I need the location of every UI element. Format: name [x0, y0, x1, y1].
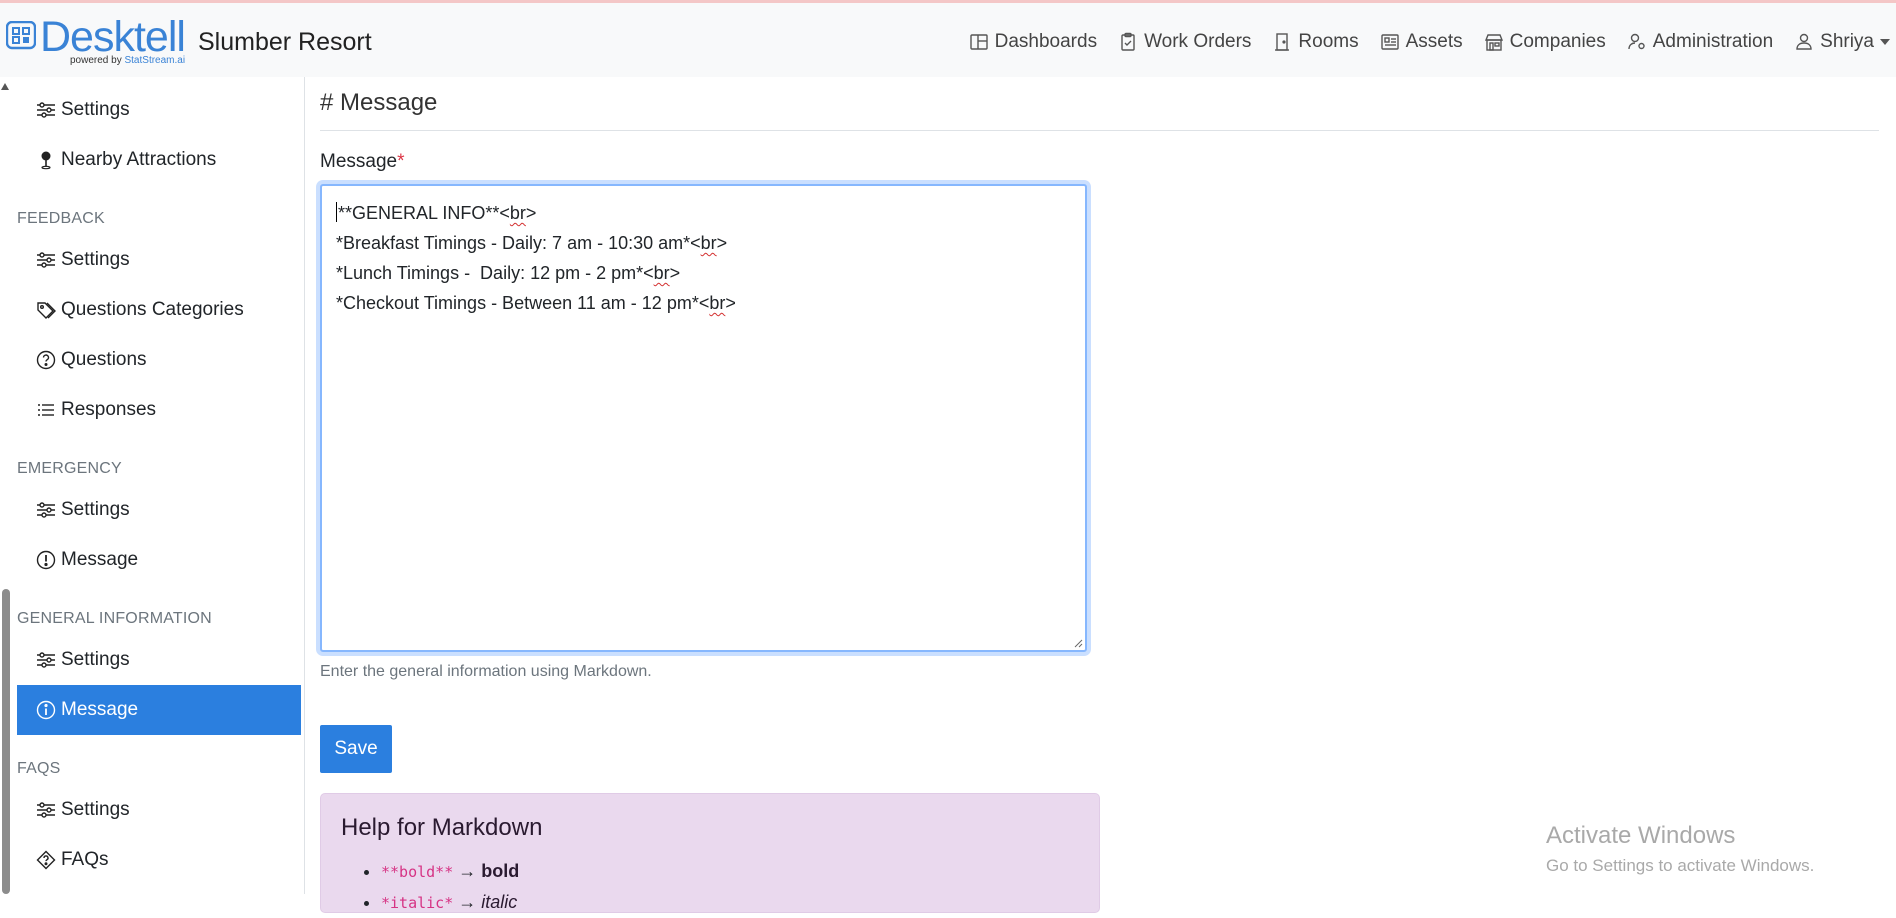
user-menu[interactable]: Shriya	[1794, 31, 1890, 53]
sidebar-item-label: Nearby Attractions	[61, 149, 217, 170]
chevron-down-icon	[1880, 39, 1890, 45]
divider	[320, 130, 1879, 131]
sidebar: Settings Nearby Attractions FEEDBACK Set…	[0, 77, 305, 894]
section-general-information: GENERAL INFORMATION	[17, 610, 212, 627]
sidebar-item-emergency-message[interactable]: Message	[17, 535, 301, 585]
sidebar-item-questions[interactable]: Questions	[17, 335, 301, 385]
sidebar-item-label: Settings	[61, 499, 130, 520]
message-textarea[interactable]: **GENERAL INFO**<br> *Breakfast Timings …	[320, 184, 1087, 652]
textarea-line: *Checkout Timings - Between 11 am - 12 p…	[336, 293, 736, 313]
sidebar-item-general-message[interactable]: Message	[17, 685, 301, 735]
sidebar-item-label: FAQs	[61, 849, 109, 870]
section-feedback: FEEDBACK	[17, 210, 105, 227]
nav-rooms[interactable]: Rooms	[1272, 31, 1359, 53]
door-icon	[1275, 33, 1290, 51]
sidebar-item-settings[interactable]: Settings	[17, 85, 301, 135]
sidebar-item-label: Settings	[61, 649, 130, 670]
sliders-icon	[37, 502, 55, 518]
brand-name: Desktell	[40, 13, 186, 61]
field-help-text: Enter the general information using Mark…	[320, 663, 652, 680]
nav-label: Assets	[1405, 31, 1463, 52]
assets-icon	[1380, 34, 1399, 50]
nav-label: Companies	[1509, 31, 1606, 52]
sidebar-item-label: Settings	[61, 249, 130, 270]
save-button[interactable]: Save	[320, 725, 392, 773]
sidebar-scrollbar[interactable]	[0, 77, 10, 894]
scroll-up-arrow-icon[interactable]	[1, 83, 9, 90]
logo-icon	[6, 21, 36, 50]
pin-icon	[41, 151, 51, 170]
clipboard-icon	[1121, 32, 1135, 51]
markdown-help-list: **bold** → bold *italic* → italic	[381, 856, 1079, 918]
markdown-help-title: Help for Markdown	[341, 814, 543, 841]
user-icon	[1796, 33, 1812, 50]
sidebar-item-nearby-attractions[interactable]: Nearby Attractions	[17, 135, 301, 185]
list-icon	[38, 404, 54, 416]
brand-powered-by: powered by StatStream.ai	[70, 55, 186, 66]
info-icon	[36, 700, 56, 720]
nav-label: Administration	[1652, 31, 1774, 52]
user-name: Shriya	[1820, 31, 1874, 52]
sidebar-item-emergency-settings[interactable]: Settings	[17, 485, 301, 535]
brand-logo[interactable]: Desktell powered by StatStream.ai	[6, 13, 186, 66]
message-label: Message*	[320, 151, 405, 172]
diamond-question-icon	[36, 850, 56, 870]
sidebar-item-label: Message	[61, 549, 139, 570]
text-cursor	[336, 202, 337, 222]
sidebar-item-label: Message	[61, 699, 139, 720]
sliders-icon	[37, 652, 55, 668]
sidebar-item-label: Responses	[61, 399, 157, 420]
sidebar-item-label: Questions	[61, 349, 147, 370]
sidebar-item-feedback-settings[interactable]: Settings	[17, 235, 301, 285]
resize-handle-icon[interactable]	[1073, 638, 1083, 648]
nav-label: Dashboards	[994, 31, 1098, 52]
top-navbar: Desktell powered by StatStream.ai Slumbe…	[0, 0, 1896, 77]
sliders-icon	[37, 252, 55, 268]
nav-assets[interactable]: Assets	[1380, 31, 1463, 53]
sliders-icon	[37, 102, 55, 118]
main-nav: Dashboards Work Orders Rooms Assets Comp…	[948, 31, 1890, 53]
section-faqs: FAQs	[17, 760, 61, 777]
nav-label: Work Orders	[1144, 31, 1252, 52]
sidebar-item-label: Settings	[61, 99, 130, 120]
dashboard-icon	[969, 34, 988, 50]
textarea-line: *Lunch Timings - Daily: 12 pm - 2 pm*<br…	[336, 263, 681, 283]
nav-work-orders[interactable]: Work Orders	[1118, 31, 1251, 53]
required-mark: *	[397, 151, 405, 172]
section-emergency: EMERGENCY	[17, 460, 122, 477]
nav-administration[interactable]: Administration	[1627, 31, 1773, 53]
tags-icon	[37, 302, 56, 319]
sidebar-item-responses[interactable]: Responses	[17, 385, 301, 435]
textarea-line: **GENERAL INFO**<br>	[336, 202, 537, 223]
watermark-title: Activate Windows	[1546, 822, 1736, 849]
sidebar-item-general-settings[interactable]: Settings	[17, 635, 301, 685]
sliders-icon	[37, 802, 55, 818]
page-title: # Message	[320, 89, 438, 116]
sidebar-item-label: Questions Categories	[61, 299, 244, 320]
app-title: Slumber Resort	[198, 28, 372, 56]
question-icon	[36, 350, 56, 370]
list-item: *italic* → italic	[381, 887, 1079, 918]
building-icon	[1484, 34, 1503, 51]
markdown-help-panel: Help for Markdown **bold** → bold *itali…	[320, 793, 1100, 913]
exclamation-icon	[36, 550, 56, 570]
sidebar-item-label: Settings	[61, 799, 130, 820]
sidebar-item-faqs[interactable]: FAQs	[17, 835, 301, 885]
main-content: # Message Message* **GENERAL INFO**<br> …	[320, 77, 1880, 913]
scroll-thumb[interactable]	[2, 589, 10, 894]
nav-dashboards[interactable]: Dashboards	[969, 31, 1097, 53]
windows-activation-watermark: Activate Windows Go to Settings to activ…	[1546, 822, 1814, 876]
user-gear-icon	[1628, 33, 1645, 50]
nav-label: Rooms	[1298, 31, 1359, 52]
sidebar-item-faq-settings[interactable]: Settings	[17, 785, 301, 835]
textarea-line: *Breakfast Timings - Daily: 7 am - 10:30…	[336, 233, 728, 253]
watermark-subtitle: Go to Settings to activate Windows.	[1546, 856, 1815, 875]
sidebar-item-questions-categories[interactable]: Questions Categories	[17, 285, 301, 335]
list-item: **bold** → bold	[381, 856, 1079, 887]
nav-companies[interactable]: Companies	[1484, 31, 1606, 53]
